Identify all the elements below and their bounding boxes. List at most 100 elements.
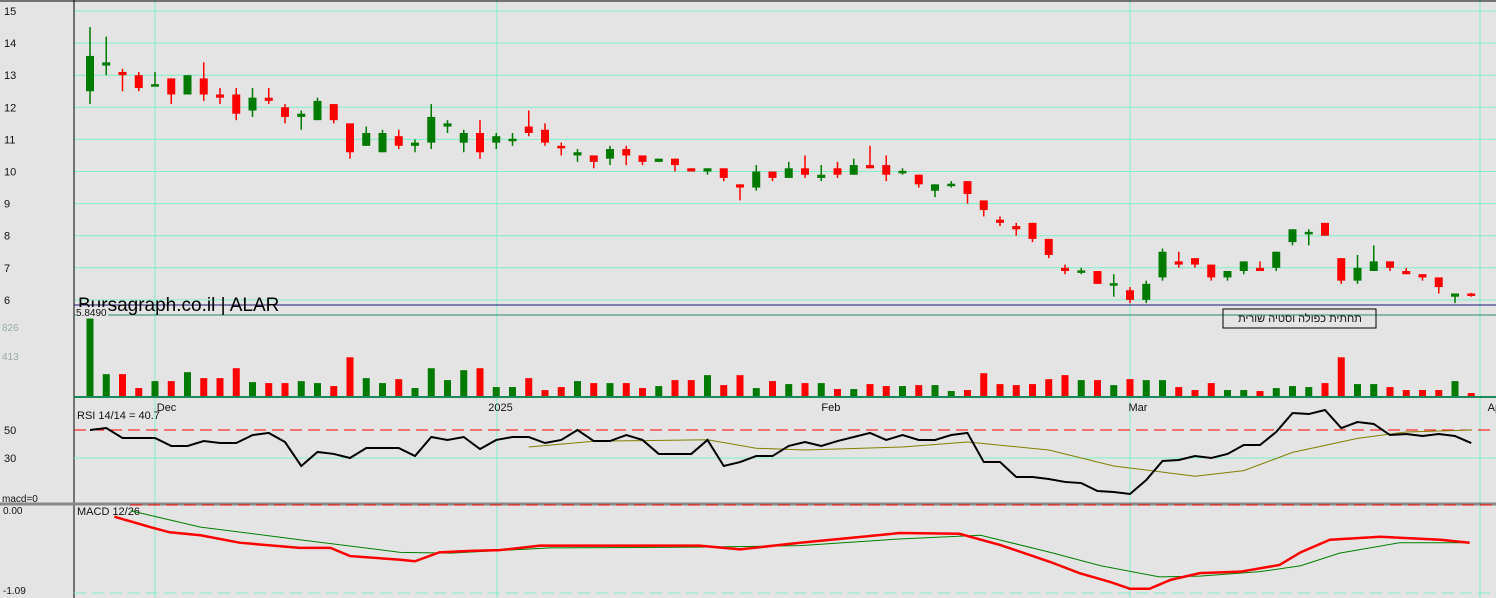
candle [508,132,517,146]
candle [102,36,111,76]
volume-bar [622,383,630,397]
candle-body [703,168,712,172]
candle [1223,271,1232,281]
volume-bar [1110,385,1118,397]
volume-bar [184,372,191,397]
candle [1467,292,1476,297]
volume-bar [330,386,338,397]
candle [573,149,582,162]
candle-body [1353,267,1362,281]
candle [719,168,728,182]
candle [1207,264,1216,281]
volume-bar [1061,375,1069,397]
volume-bar [395,379,403,397]
volume-bar [1337,357,1345,397]
candle-body [638,155,647,162]
candle [1434,277,1443,294]
volume-bar [167,381,175,397]
candle [1321,222,1329,236]
candle-body [459,132,468,143]
candle [411,139,419,153]
candle-body [1061,267,1069,272]
candle-body [232,94,241,114]
candle [654,158,663,162]
candle-body [979,200,988,211]
candle [622,145,631,166]
candle-body [573,152,582,156]
candle [866,145,874,169]
volume-bar [379,383,386,397]
candle-body [394,136,403,146]
candle-body [1256,267,1264,272]
candle [1093,271,1102,284]
volume-bar [411,388,419,397]
volume-bar [151,381,159,397]
candle-body [914,174,923,185]
candle [963,181,972,204]
volume-bar [736,375,744,397]
volume-bar [1272,388,1280,397]
volume-bar [1240,390,1248,397]
candle-body [492,136,501,143]
candle-body [443,123,452,127]
candle [1044,238,1053,259]
candle [1158,248,1167,281]
candle [1337,258,1346,284]
volume-bar [1012,385,1020,397]
volume-tick: 826 [2,323,19,334]
rsi-tick: 30 [4,453,16,465]
volume-bar [671,380,679,397]
candle [817,165,826,182]
candle [1126,287,1134,304]
candle [849,158,858,175]
volume-bar [265,383,273,397]
candle-body [1126,290,1134,300]
candle-body [882,165,891,175]
candle-body [248,97,257,111]
volume-bar [509,387,516,397]
candle-body [898,170,907,174]
candle [1061,264,1069,275]
candle [459,129,468,153]
candle-body [768,171,777,178]
volume-bar [216,378,224,397]
price-tick: 12 [4,102,16,114]
candle-body [183,75,192,95]
volume-bar [281,383,289,397]
candle-body [687,168,696,172]
candle-body [1158,251,1167,278]
volume-bar [525,378,533,397]
last-price-label: 5.8490 [76,308,107,319]
volume-bar [86,318,94,397]
candle [118,68,127,92]
candle-body [1142,283,1151,300]
pattern-note: תחתית כפולה וסטיה שורית [1238,312,1362,325]
volume-bar [476,368,484,397]
candle [1418,274,1427,281]
volume-bar [1321,383,1329,397]
volume-bar [801,383,809,397]
candle-body [866,165,874,169]
candle-body [1272,251,1281,268]
candle [1288,229,1297,246]
candle [1012,222,1021,236]
candle [541,123,549,146]
candle-body [1369,261,1378,272]
candle-body [476,132,484,153]
watermark: Bursagraph.co.il | ALAR [78,295,279,316]
volume-bar [557,387,565,397]
date-label: Feb [821,402,840,414]
candle [752,165,761,191]
candle-body [1077,270,1086,273]
volume-bar [297,381,305,397]
candle-body [833,168,842,175]
candle-body [606,149,614,159]
volume-bar [1354,384,1361,397]
candle [1174,251,1183,268]
price-tick: 9 [4,199,10,211]
candle-body [671,158,679,166]
candle-body [86,55,94,92]
candle [427,104,436,150]
candle-body [589,155,598,162]
candle-body [281,107,289,117]
